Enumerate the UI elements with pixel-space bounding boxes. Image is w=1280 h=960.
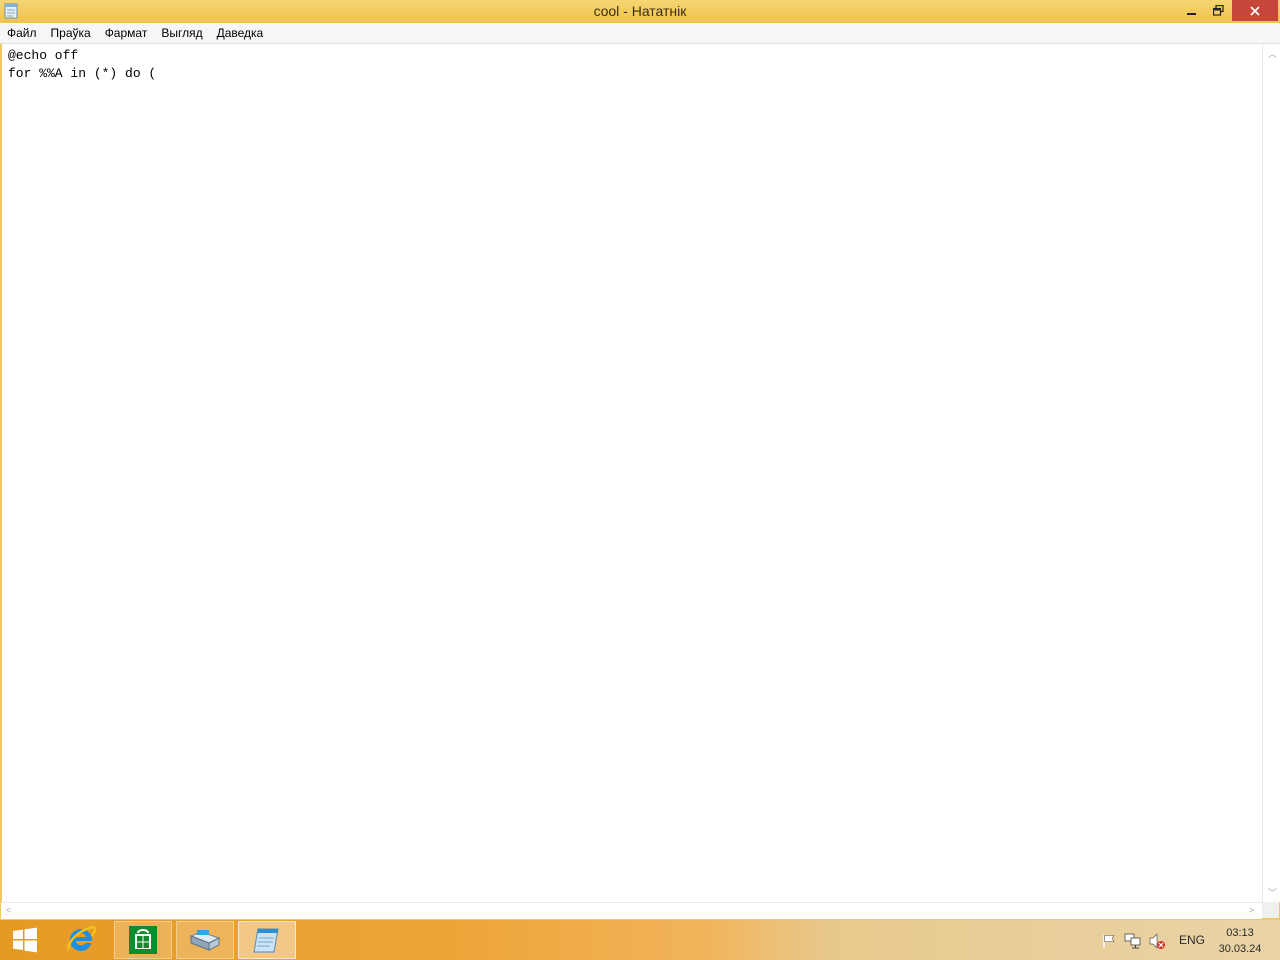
start-button[interactable]: [0, 921, 50, 959]
scroll-down-icon[interactable]: ﹀: [1268, 889, 1277, 898]
title-bar[interactable]: cool - Нататнік: [0, 0, 1280, 23]
scroll-right-icon[interactable]: >: [1249, 906, 1254, 915]
scroll-left-icon[interactable]: <: [6, 906, 11, 915]
speaker-muted-icon: [1149, 933, 1165, 949]
scrollbar-corner: [1262, 902, 1279, 918]
taskbar-notepad[interactable]: [238, 921, 296, 959]
clock-date: 30.03.24: [1218, 943, 1262, 955]
scroll-up-icon[interactable]: ︿: [1268, 50, 1277, 59]
notepad-icon: [253, 928, 279, 953]
input-language[interactable]: ENG: [1179, 933, 1205, 947]
horizontal-scrollbar[interactable]: < >: [1, 902, 1262, 919]
vertical-scrollbar[interactable]: ︿ ﹀: [1262, 44, 1280, 902]
windows-start-icon: [13, 927, 37, 953]
taskbar-file-explorer[interactable]: [176, 921, 234, 959]
action-center-flag[interactable]: [1100, 932, 1118, 950]
menu-help[interactable]: Даведка: [210, 23, 271, 43]
system-clock[interactable]: 03:13 30.03.24: [1212, 925, 1268, 957]
close-button[interactable]: [1232, 0, 1278, 21]
network-status[interactable]: [1124, 932, 1142, 950]
notepad-window: cool - Нататнік Файл Праўка Фармат Выгля…: [0, 0, 1280, 920]
store-icon: [129, 926, 157, 954]
volume-control[interactable]: [1148, 932, 1166, 950]
menu-view[interactable]: Выгляд: [154, 23, 209, 43]
text-editor[interactable]: @echo off for %%A in (*) do (: [1, 44, 1263, 902]
window-title: cool - Нататнік: [593, 3, 687, 19]
menu-bar: Файл Праўка Фармат Выгляд Даведка: [0, 23, 1280, 44]
taskbar: [0, 920, 1280, 960]
menu-edit[interactable]: Праўка: [44, 23, 98, 43]
minimize-icon: [1186, 12, 1196, 15]
clock-time: 03:13: [1226, 927, 1254, 939]
close-icon: [1250, 5, 1260, 16]
internet-explorer-icon: [67, 925, 96, 951]
network-icon: [1124, 933, 1141, 949]
flag-icon: [1103, 935, 1115, 948]
editor-content[interactable]: @echo off for %%A in (*) do (: [2, 44, 1263, 86]
menu-file[interactable]: Файл: [0, 23, 44, 43]
file-explorer-icon: [189, 930, 221, 951]
menu-format[interactable]: Фармат: [98, 23, 155, 43]
restore-icon: [1213, 5, 1224, 16]
minimize-button[interactable]: [1178, 0, 1205, 21]
taskbar-store[interactable]: [114, 921, 172, 959]
taskbar-internet-explorer[interactable]: [55, 921, 107, 959]
restore-button[interactable]: [1205, 0, 1232, 21]
